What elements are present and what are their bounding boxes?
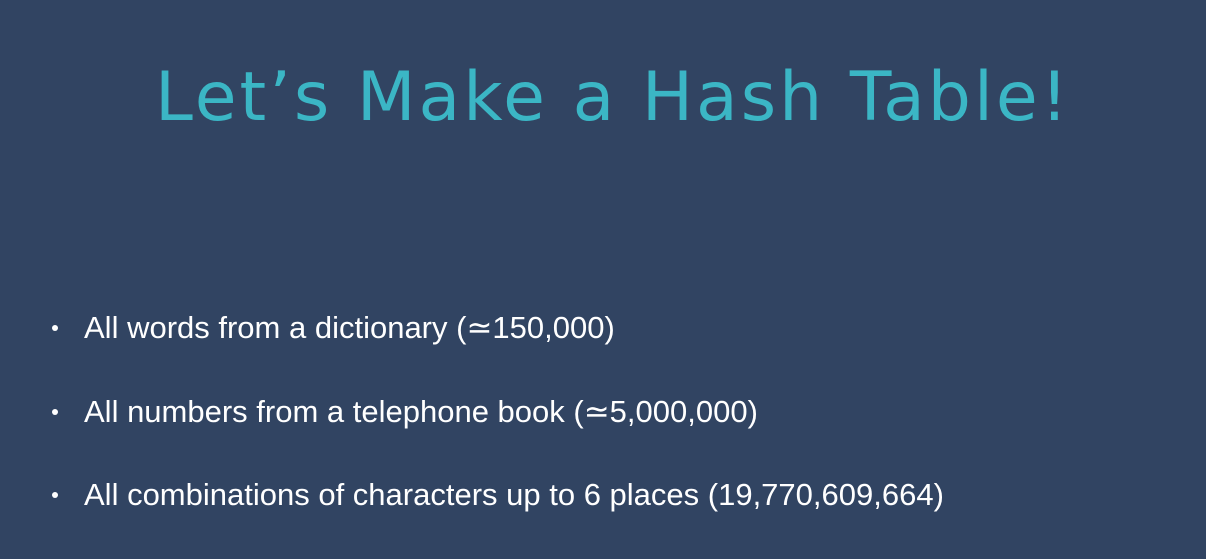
- bullet-dot-icon: [52, 325, 58, 331]
- bullet-text: All combinations of characters up to 6 p…: [84, 477, 944, 512]
- bullet-text: All words from a dictionary (≃150,000): [84, 310, 615, 345]
- slide-title: Let’s Make a Hash Table!: [155, 58, 1071, 137]
- bullet-item: All numbers from a telephone book (≃5,00…: [48, 392, 944, 476]
- bullet-dot-icon: [52, 492, 58, 498]
- bullet-list: All words from a dictionary (≃150,000) A…: [48, 308, 944, 559]
- bullet-dot-icon: [52, 408, 58, 415]
- bullet-item: All combinations of characters up to 6 p…: [48, 475, 944, 559]
- bullet-item: All words from a dictionary (≃150,000): [48, 308, 944, 392]
- bullet-text: All numbers from a telephone book (≃5,00…: [84, 393, 758, 429]
